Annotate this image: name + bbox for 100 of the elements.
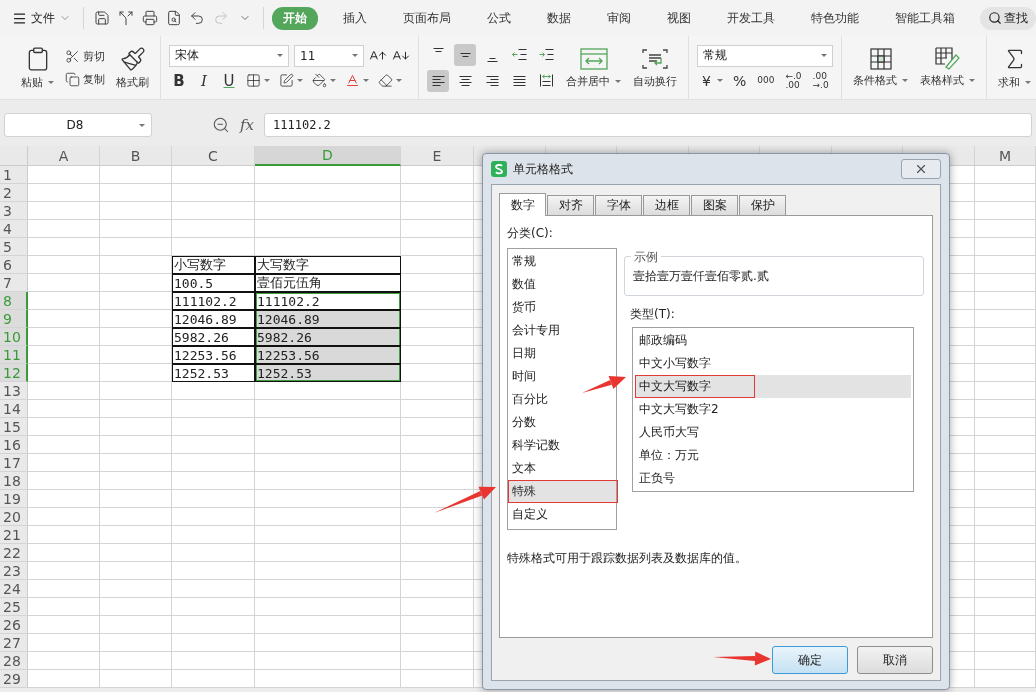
- cancel-button[interactable]: 取消: [857, 646, 933, 674]
- row-header[interactable]: 23: [0, 562, 28, 580]
- wrap-text-button[interactable]: 自动换行: [630, 44, 680, 91]
- decrease-decimal-button[interactable]: .00 →.0: [809, 71, 832, 90]
- category-item[interactable]: 文本: [508, 457, 616, 480]
- name-box[interactable]: D8: [4, 113, 152, 137]
- font-size-select[interactable]: 11: [294, 44, 364, 67]
- table-cell: 12253.56: [255, 346, 401, 364]
- dialog-tab[interactable]: 对齐: [547, 195, 594, 215]
- merge-center-button[interactable]: 合并居中: [563, 44, 624, 91]
- format-painter-button[interactable]: 格式刷: [113, 43, 152, 92]
- category-item[interactable]: 分数: [508, 411, 616, 434]
- dialog-tab[interactable]: 保护: [739, 195, 786, 215]
- category-item[interactable]: 时间: [508, 365, 616, 388]
- row-header[interactable]: 29: [0, 670, 28, 688]
- increase-decimal-button[interactable]: ←.0 .00: [782, 71, 805, 90]
- row-header[interactable]: 5: [0, 238, 28, 256]
- currency-button[interactable]: ¥: [697, 70, 725, 91]
- row-header[interactable]: 19: [0, 490, 28, 508]
- type-item[interactable]: 人民币大写: [635, 421, 911, 444]
- row-header[interactable]: 6: [0, 256, 28, 274]
- cut-button[interactable]: 剪切: [63, 46, 107, 66]
- caret-icon: [139, 123, 145, 127]
- file-menu[interactable]: 文件: [8, 9, 75, 27]
- category-item[interactable]: 科学记数: [508, 434, 616, 457]
- ribbon-tab[interactable]: 插入: [332, 6, 379, 30]
- percent-button[interactable]: %: [729, 72, 750, 89]
- row-header[interactable]: 7: [0, 274, 28, 292]
- column-header[interactable]: A: [28, 146, 100, 166]
- row-header[interactable]: 26: [0, 616, 28, 634]
- dialog-tab[interactable]: 数字: [499, 193, 546, 216]
- column-header[interactable]: M: [974, 146, 1036, 166]
- dialog-tab[interactable]: 字体: [595, 195, 642, 215]
- type-item[interactable]: 中文大写数字2: [635, 398, 911, 421]
- number-format-select[interactable]: 常规: [697, 44, 833, 67]
- align-middle-button[interactable]: [454, 43, 476, 66]
- dialog-tab[interactable]: 图案: [691, 195, 738, 215]
- row-header[interactable]: 4: [0, 220, 28, 238]
- category-item[interactable]: 常规: [508, 250, 616, 273]
- copy-button[interactable]: 复制: [63, 69, 107, 89]
- ribbon-tab[interactable]: 公式: [476, 6, 523, 30]
- underline-button[interactable]: U: [219, 70, 239, 91]
- type-item[interactable]: 邮政编码: [635, 329, 911, 352]
- category-item[interactable]: 数值: [508, 273, 616, 296]
- row-header[interactable]: 24: [0, 580, 28, 598]
- row-header[interactable]: 16: [0, 436, 28, 454]
- fill-color-button[interactable]: [310, 71, 338, 90]
- row-header[interactable]: 27: [0, 634, 28, 652]
- category-item[interactable]: 特殊: [508, 480, 616, 503]
- bold-button[interactable]: B: [169, 70, 189, 91]
- column-header[interactable]: C: [172, 146, 255, 166]
- row-header[interactable]: 3: [0, 202, 28, 220]
- ribbon-tab[interactable]: 审阅: [596, 6, 643, 30]
- dialog-tab[interactable]: 边框: [643, 195, 690, 215]
- ribbon-tab[interactable]: 特色功能: [800, 6, 871, 30]
- borders-button[interactable]: [244, 71, 272, 90]
- type-item[interactable]: 中文大写数字: [635, 375, 911, 398]
- zoom-icon[interactable]: [212, 116, 230, 134]
- row-header[interactable]: 15: [0, 418, 28, 436]
- column-header[interactable]: B: [100, 146, 172, 166]
- row-header[interactable]: 1: [0, 166, 28, 184]
- row-header[interactable]: 21: [0, 526, 28, 544]
- function-button[interactable]: fx: [240, 116, 254, 134]
- row-header[interactable]: 2: [0, 184, 28, 202]
- sum-button[interactable]: 求和: [995, 43, 1034, 92]
- row-header[interactable]: 20: [0, 508, 28, 526]
- ribbon-tab[interactable]: 开发工具: [716, 6, 787, 30]
- table-style-button[interactable]: 表格样式: [917, 45, 978, 90]
- align-left-button[interactable]: [427, 69, 449, 92]
- category-item[interactable]: 日期: [508, 342, 616, 365]
- ok-button[interactable]: 确定: [772, 646, 848, 674]
- row-header[interactable]: 18: [0, 472, 28, 490]
- clear-button[interactable]: [376, 71, 404, 90]
- category-item[interactable]: 自定义: [508, 503, 616, 526]
- paste-button[interactable]: 粘贴: [18, 43, 57, 92]
- type-item[interactable]: 正负号: [635, 467, 911, 490]
- ribbon-tab[interactable]: 智能工具箱: [884, 6, 967, 30]
- search-button[interactable]: 查找: [980, 6, 1036, 30]
- ribbon-tab[interactable]: 页面布局: [392, 6, 463, 30]
- category-item[interactable]: 货币: [508, 296, 616, 319]
- merge-cells-icon: [578, 46, 609, 71]
- italic-button[interactable]: I: [194, 70, 214, 91]
- ribbon-tab[interactable]: 数据: [536, 6, 583, 30]
- row-header[interactable]: 13: [0, 382, 28, 400]
- conditional-format-button[interactable]: 条件格式: [850, 45, 911, 90]
- type-item[interactable]: 中文小写数字: [635, 352, 911, 375]
- font-select[interactable]: 宋体: [169, 44, 289, 67]
- thousands-button[interactable]: 000: [754, 76, 778, 85]
- ribbon-tab[interactable]: 视图: [656, 6, 703, 30]
- row-header[interactable]: 22: [0, 544, 28, 562]
- row-header[interactable]: 17: [0, 454, 28, 472]
- category-item[interactable]: 百分比: [508, 388, 616, 411]
- row-header[interactable]: 25: [0, 598, 28, 616]
- row-header[interactable]: 28: [0, 652, 28, 670]
- formula-field[interactable]: 111102.2: [264, 113, 1032, 137]
- cell-style-button[interactable]: [277, 71, 305, 90]
- type-item[interactable]: 单位：万元: [635, 444, 911, 467]
- column-header[interactable]: E: [401, 146, 474, 166]
- category-item[interactable]: 会计专用: [508, 319, 616, 342]
- row-header[interactable]: 14: [0, 400, 28, 418]
